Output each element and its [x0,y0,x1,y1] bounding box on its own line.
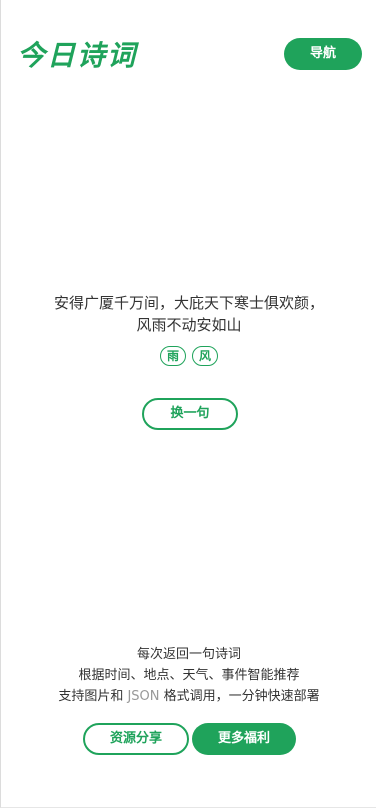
logo[interactable]: 今日诗词 [17,36,137,76]
poem-line: 风雨不动安如山 [136,316,242,334]
poem-text: 安得广厦千万间，大庇天下寒士俱欢颜， 风雨不动安如山 [1,292,376,336]
description-line: 每次返回一句诗词 [136,647,241,662]
header: 今日诗词 导航 [1,0,376,110]
more-benefits-button[interactable]: 更多福利 [192,723,296,755]
footer-buttons: 资源分享 更多福利 [83,723,296,755]
description-suffix: 格式调用，一分钟快速部署 [159,689,320,704]
description: 每次返回一句诗词 根据时间、地点、天气、事件智能推荐 支持图片和 JSON 格式… [1,644,376,707]
tag-wind[interactable]: 风 [192,346,218,366]
description-line: 支持图片和 JSON 格式调用，一分钟快速部署 [1,686,376,707]
page: 今日诗词 导航 安得广厦千万间，大庇天下寒士俱欢颜， 风雨不动安如山 雨 风 换… [0,0,376,808]
resources-button[interactable]: 资源分享 [83,723,189,755]
poem-line: 安得广厦千万间，大庇天下寒士俱欢颜， [53,294,324,312]
description-line: 根据时间、地点、天气、事件智能推荐 [78,668,300,683]
tag-rain[interactable]: 雨 [160,346,186,366]
nav-button[interactable]: 导航 [284,38,362,70]
description-prefix: 支持图片和 [58,689,128,704]
poem-tags: 雨 风 [1,346,376,366]
json-word: JSON [127,689,160,704]
refresh-button[interactable]: 换一句 [142,398,238,430]
